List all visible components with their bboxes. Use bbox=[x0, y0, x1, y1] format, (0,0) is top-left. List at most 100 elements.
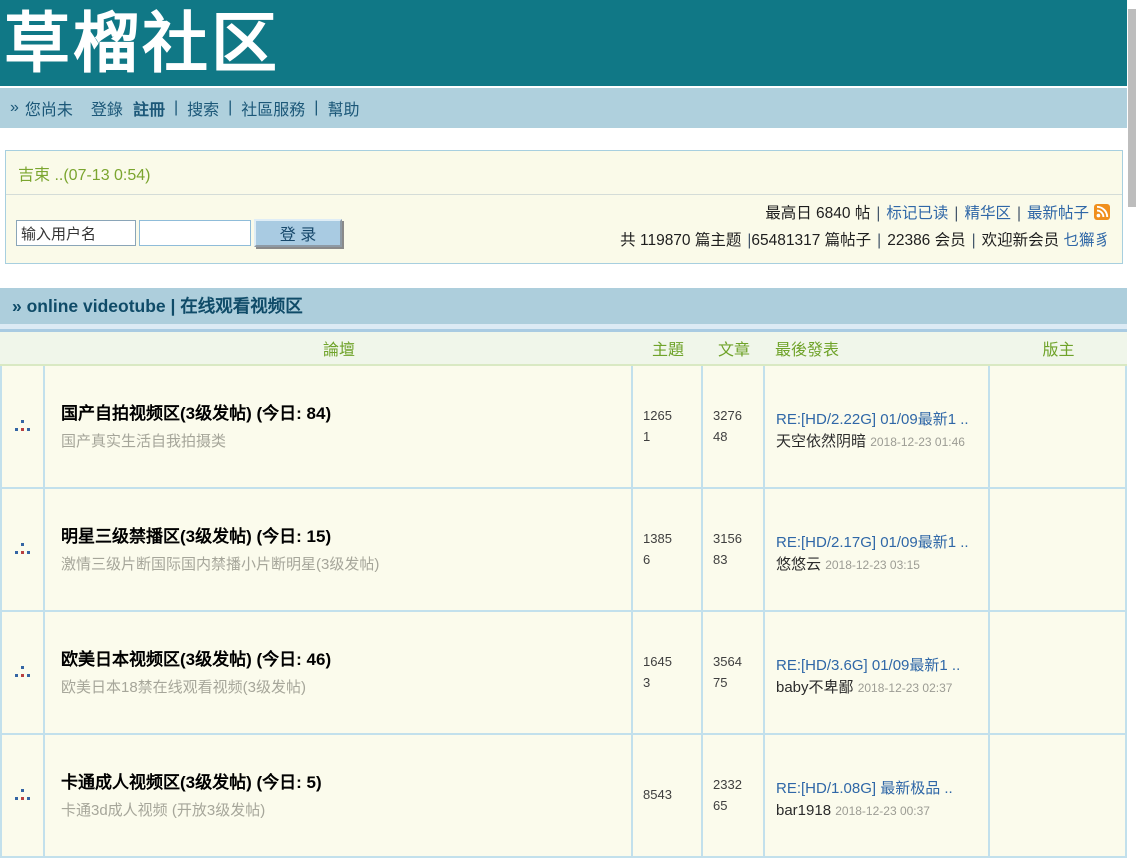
posts-count-cell: 233265 bbox=[703, 735, 765, 858]
topics-count-cell: 8543 bbox=[633, 735, 703, 858]
section-header[interactable]: » online videotube | 在线观看视频区 bbox=[0, 288, 1127, 324]
forum-cell: 国产自拍视频区(3级发帖) (今日: 84) 国产真实生活自我拍摄类 bbox=[45, 366, 633, 489]
last-post-user[interactable]: 天空依然阴暗 bbox=[776, 433, 866, 450]
nav-separator: | bbox=[228, 99, 232, 117]
forum-row: 国产自拍视频区(3级发帖) (今日: 84) 国产真实生活自我拍摄类 12651… bbox=[0, 366, 1127, 489]
login-form: 登 录 bbox=[16, 213, 342, 253]
forum-description: 卡通3d成人视频 (开放3级发帖) bbox=[61, 799, 631, 820]
last-post-time: 2018-12-23 01:46 bbox=[870, 435, 965, 449]
col-header-topics: 主題 bbox=[633, 332, 703, 366]
notice-date-line: 吉束 ..(07-13 0:54) bbox=[6, 151, 1122, 195]
stat-separator: | bbox=[877, 232, 881, 249]
site-logo: 草榴社区 bbox=[0, 3, 280, 83]
forum-row: 欧美日本视频区(3级发帖) (今日: 46) 欧美日本18禁在线观看视频(3级发… bbox=[0, 612, 1127, 735]
stat-members: 22386 会员 bbox=[887, 232, 965, 249]
nav-separator: | bbox=[174, 99, 178, 117]
forum-table: 論壇 主題 文章 最後發表 版主 国产自拍视频区(3级发帖) (今日: 84) … bbox=[0, 332, 1127, 858]
topics-count: 12651 bbox=[643, 406, 677, 446]
nav-not-logged-label: 您尚未 bbox=[25, 96, 73, 120]
forum-title-link[interactable]: 国产自拍视频区(3级发帖) (今日: 84) bbox=[61, 402, 631, 427]
forum-description: 国产真实生活自我拍摄类 bbox=[61, 430, 631, 451]
forum-title-link[interactable]: 卡通成人视频区(3级发帖) (今日: 5) bbox=[61, 771, 631, 796]
forum-table-header-row: 論壇 主題 文章 最後發表 版主 bbox=[0, 332, 1127, 366]
stats-line-2: 共 119870 篇主题|65481317 篇帖子|22386 会员|欢迎新会员… bbox=[620, 228, 1110, 253]
mark-read-link[interactable]: 标记已读 bbox=[886, 205, 948, 222]
broken-image-icon bbox=[21, 543, 24, 546]
last-post-user[interactable]: baby不卑鄙 bbox=[776, 679, 854, 696]
broken-image-icon bbox=[21, 789, 24, 792]
last-post-link[interactable]: RE:[HD/3.6G] 01/09最新1 .. bbox=[776, 657, 960, 674]
moderator-cell bbox=[990, 489, 1127, 612]
password-input[interactable] bbox=[139, 220, 251, 246]
forum-icon-cell bbox=[0, 366, 45, 489]
last-post-cell: RE:[HD/2.17G] 01/09最新1 .. 悠悠云 2018-12-23… bbox=[765, 489, 990, 612]
last-post-user[interactable]: 悠悠云 bbox=[776, 556, 821, 573]
notice-body: 登 录 最高日 6840 帖 | 标记已读 | 精华区 | 最新帖子 共 119870 篇主… bbox=[6, 195, 1122, 263]
nav-bar: » 您尚未 登錄 註冊 | 搜索 | 社區服務 | 幫助 bbox=[0, 88, 1127, 128]
username-input[interactable] bbox=[16, 220, 136, 246]
nav-help-link[interactable]: 幫助 bbox=[327, 96, 359, 120]
login-button[interactable]: 登 录 bbox=[254, 219, 342, 247]
forum-cell: 欧美日本视频区(3级发帖) (今日: 46) 欧美日本18禁在线观看视频(3级发… bbox=[45, 612, 633, 735]
nav-login-link[interactable]: 登錄 bbox=[91, 96, 123, 120]
forum-description: 欧美日本18禁在线观看视频(3级发帖) bbox=[61, 676, 631, 697]
forum-cell: 卡通成人视频区(3级发帖) (今日: 5) 卡通3d成人视频 (开放3级发帖) bbox=[45, 735, 633, 858]
notice-box: 吉束 ..(07-13 0:54) 登 录 最高日 6840 帖 | 标记已读 | 精华… bbox=[5, 150, 1123, 264]
forum-cell: 明星三级禁播区(3级发帖) (今日: 15) 激情三级片断国际国内禁播小片断明星… bbox=[45, 489, 633, 612]
site-header: 草榴社区 bbox=[0, 0, 1127, 86]
nav-arrow: » bbox=[10, 99, 19, 117]
topics-count-cell: 12651 bbox=[633, 366, 703, 489]
page-content: 草榴社区 » 您尚未 登錄 註冊 | 搜索 | 社區服務 | 幫助 吉束 ..(… bbox=[0, 0, 1127, 858]
forum-icon-cell bbox=[0, 735, 45, 858]
posts-count-cell: 327648 bbox=[703, 366, 765, 489]
last-post-cell: RE:[HD/3.6G] 01/09最新1 .. baby不卑鄙 2018-12… bbox=[765, 612, 990, 735]
forum-title-link[interactable]: 欧美日本视频区(3级发帖) (今日: 46) bbox=[61, 648, 631, 673]
posts-count: 327648 bbox=[713, 406, 747, 446]
posts-count: 356475 bbox=[713, 652, 747, 692]
last-post-link[interactable]: RE:[HD/1.08G] 最新极品 .. bbox=[776, 780, 953, 797]
topics-count: 8543 bbox=[643, 785, 677, 805]
latest-posts-link[interactable]: 最新帖子 bbox=[1027, 205, 1089, 222]
posts-count: 315683 bbox=[713, 529, 747, 569]
last-post-time: 2018-12-23 03:15 bbox=[825, 558, 920, 572]
posts-count: 233265 bbox=[713, 775, 747, 815]
stat-total-topics: 共 119870 篇主题 bbox=[620, 232, 741, 249]
moderator-cell bbox=[990, 612, 1127, 735]
forum-row: 卡通成人视频区(3级发帖) (今日: 5) 卡通3d成人视频 (开放3级发帖) … bbox=[0, 735, 1127, 858]
last-post-cell: RE:[HD/2.22G] 01/09最新1 .. 天空依然阴暗 2018-12… bbox=[765, 366, 990, 489]
forum-title-link[interactable]: 明星三级禁播区(3级发帖) (今日: 15) bbox=[61, 525, 631, 550]
stat-separator: | bbox=[954, 205, 958, 222]
col-header-moderator: 版主 bbox=[990, 332, 1127, 366]
stat-separator: | bbox=[1017, 205, 1021, 222]
stat-total-posts: 65481317 篇帖子 bbox=[751, 232, 871, 249]
moderator-cell bbox=[990, 366, 1127, 489]
nav-services-link[interactable]: 社區服務 bbox=[241, 96, 305, 120]
nav-search-link[interactable]: 搜索 bbox=[187, 96, 219, 120]
stat-max-daily: 最高日 6840 帖 bbox=[765, 205, 870, 222]
forum-icon-cell bbox=[0, 612, 45, 735]
forum-description: 激情三级片断国际国内禁播小片断明星(3级发帖) bbox=[61, 553, 631, 574]
digest-link[interactable]: 精华区 bbox=[964, 205, 1011, 222]
col-header-forum: 論壇 bbox=[45, 332, 633, 366]
forum-icon-cell bbox=[0, 489, 45, 612]
topics-count: 16453 bbox=[643, 652, 677, 692]
vertical-scrollbar[interactable] bbox=[1128, 9, 1136, 207]
broken-image-icon bbox=[21, 666, 24, 669]
last-post-link[interactable]: RE:[HD/2.17G] 01/09最新1 .. bbox=[776, 534, 969, 551]
topics-count-cell: 13856 bbox=[633, 489, 703, 612]
moderator-cell bbox=[990, 735, 1127, 858]
col-header-last-post: 最後發表 bbox=[765, 332, 990, 366]
rss-icon[interactable] bbox=[1094, 203, 1110, 228]
stat-separator: | bbox=[972, 232, 976, 249]
nav-separator: | bbox=[314, 99, 318, 117]
new-member-link[interactable]: 乜獬豸 bbox=[1063, 232, 1110, 249]
posts-count-cell: 356475 bbox=[703, 612, 765, 735]
board-stats: 最高日 6840 帖 | 标记已读 | 精华区 | 最新帖子 共 119870 篇主题 | 65… bbox=[620, 201, 1110, 253]
last-post-time: 2018-12-23 02:37 bbox=[858, 681, 953, 695]
broken-image-icon bbox=[21, 420, 24, 423]
last-post-link[interactable]: RE:[HD/2.22G] 01/09最新1 .. bbox=[776, 411, 969, 428]
nav-register-link[interactable]: 註冊 bbox=[133, 96, 165, 120]
stat-separator: | bbox=[876, 205, 880, 222]
last-post-user[interactable]: bar1918 bbox=[776, 802, 831, 819]
topics-count: 13856 bbox=[643, 529, 677, 569]
